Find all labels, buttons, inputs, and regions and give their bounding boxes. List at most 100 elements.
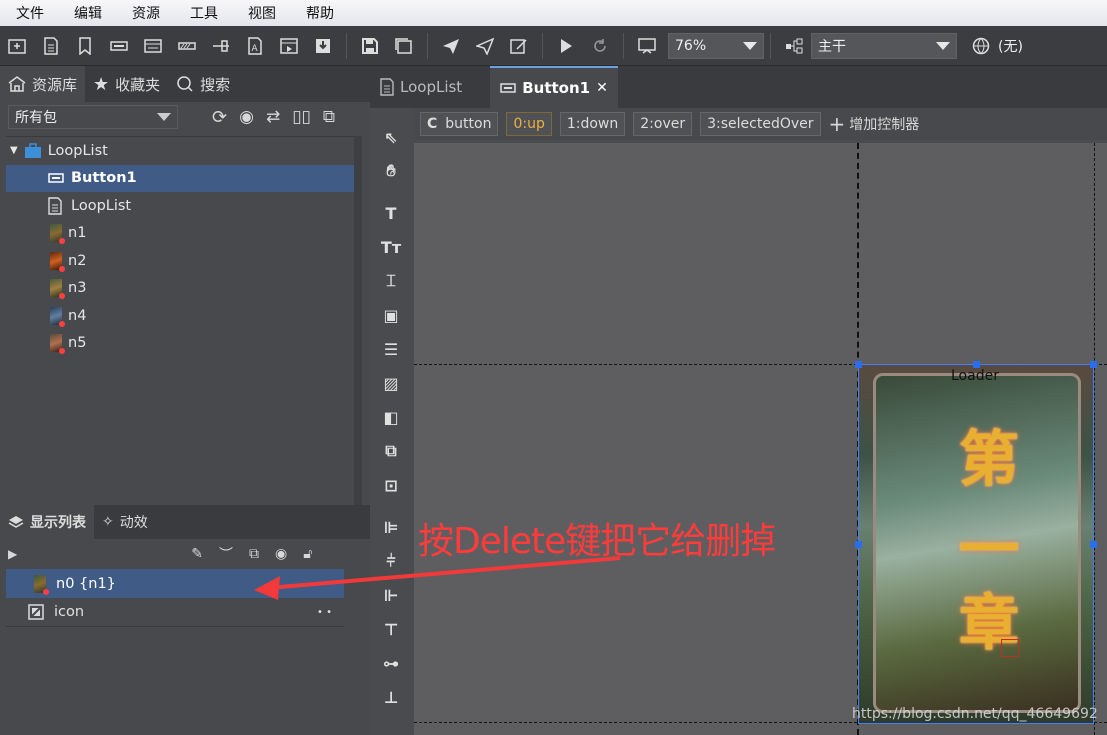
resize-handle[interactable] (1090, 361, 1097, 368)
new-bookmark-icon[interactable] (75, 36, 95, 56)
state-selected-over[interactable]: 3:selectedOver (700, 112, 821, 136)
input-tool-icon[interactable]: ⌶ (380, 270, 402, 292)
list-tool-icon[interactable]: ☰ (380, 338, 402, 360)
display-list-item-label: n0 {n1} (56, 575, 116, 592)
branch-select[interactable]: 主干 (811, 32, 957, 59)
zoom-select[interactable]: 76% (668, 32, 764, 59)
sync-icon[interactable]: ⟳ (212, 107, 227, 128)
tree-item-n2[interactable]: n2 (6, 247, 361, 275)
tab-favorites[interactable]: ★ 收藏夹 (85, 66, 168, 102)
new-package-icon[interactable] (7, 36, 27, 56)
tree-item-n1[interactable]: n1 (6, 220, 361, 248)
globe-icon[interactable] (971, 36, 991, 56)
tree-root[interactable]: ▼ LoopList (6, 137, 361, 165)
state-down[interactable]: 1:down (559, 112, 626, 136)
new-slider-icon[interactable] (211, 36, 231, 56)
tree-item-n4[interactable]: n4 (6, 302, 361, 330)
tab-button1[interactable]: Button1 ✕ (490, 66, 618, 108)
new-progress-icon[interactable] (177, 36, 197, 56)
menu-edit[interactable]: 编辑 (74, 3, 102, 23)
toolbar-separator (770, 32, 771, 59)
menu-file[interactable]: 文件 (16, 3, 44, 23)
loader-card[interactable]: Loader 第 一 章 (855, 361, 1097, 724)
image-thumbnail-icon (50, 334, 65, 355)
package-filter-select[interactable]: 所有包 (8, 105, 178, 129)
import-icon[interactable] (313, 36, 333, 56)
publish-icon[interactable] (441, 36, 461, 56)
columns-icon[interactable]: ▯▯ (292, 107, 311, 127)
richtext-tool-icon[interactable]: Tт (380, 236, 402, 258)
tab-library-label: 资源库 (32, 75, 78, 94)
resize-handle[interactable] (855, 361, 862, 368)
resize-tool-icon[interactable]: ⊡ (380, 474, 402, 496)
menu-view[interactable]: 视图 (248, 3, 276, 23)
loader-tool-icon[interactable]: ▨ (380, 372, 402, 394)
graph-tool-icon[interactable]: ▣ (380, 304, 402, 326)
swap-icon[interactable]: ⇄ (266, 107, 280, 127)
resize-handle[interactable] (973, 361, 980, 368)
tab-search-label: 搜索 (200, 75, 231, 94)
package-toolbar: 所有包 ⟳ ◉ ⇄ ▯▯ ⧉ (0, 102, 370, 132)
hidden-eye-icon[interactable]: ︶ (219, 544, 233, 564)
seal-stamp-icon (1001, 639, 1019, 657)
new-component-icon[interactable] (41, 36, 61, 56)
new-movieclip-icon[interactable] (279, 36, 299, 56)
language-value[interactable]: (无) (998, 36, 1023, 56)
group-tool-icon[interactable]: ⧉ (380, 440, 402, 462)
menu-bar: 文件 编辑 资源 工具 视图 帮助 (0, 0, 1107, 26)
tab-button1-label: Button1 (522, 79, 591, 97)
text-tool-icon[interactable]: T (380, 202, 402, 224)
align-middle-icon[interactable]: ⊶ (380, 652, 402, 674)
toolbar-separator (346, 32, 347, 59)
state-over[interactable]: 2:over (633, 112, 693, 136)
menu-tools[interactable]: 工具 (190, 3, 218, 23)
zoom-value: 76% (675, 37, 707, 54)
controller-button[interactable]: C button (420, 112, 499, 136)
tab-looplist[interactable]: LoopList (370, 66, 472, 108)
save-icon[interactable] (360, 36, 380, 56)
library-tabs: 资源库 ★ 收藏夹 搜索 (0, 66, 370, 102)
state-up[interactable]: 0:up (506, 112, 552, 136)
tab-display-list-label: 显示列表 (30, 515, 86, 531)
play-icon[interactable] (556, 36, 576, 56)
svg-text:A: A (252, 44, 259, 54)
resize-handle[interactable] (855, 541, 862, 548)
tab-display-list[interactable]: 显示列表 (0, 505, 94, 539)
layers-icon (8, 516, 24, 528)
locate-icon[interactable]: ◉ (239, 107, 254, 127)
align-left-icon[interactable]: ⊫ (380, 516, 402, 538)
hand-tool-icon[interactable]: ✋︎ (380, 160, 402, 182)
refresh-icon[interactable] (590, 36, 610, 56)
preview-icon[interactable] (637, 36, 657, 56)
tab-library[interactable]: 资源库 (0, 66, 86, 102)
tree-item-button1[interactable]: Button1 (6, 164, 361, 192)
save-all-icon[interactable] (394, 36, 414, 56)
publish-edit-icon[interactable] (509, 36, 529, 56)
branch-icon[interactable] (784, 36, 804, 56)
new-button-icon[interactable] (109, 36, 129, 56)
controller-bar: C button 0:up 1:down 2:over 3:selectedOv… (414, 108, 1107, 140)
pencil-icon[interactable]: ✎ (191, 546, 203, 562)
menu-resources[interactable]: 资源 (132, 3, 160, 23)
new-label-icon[interactable]: A (245, 36, 265, 56)
tree-item-looplist[interactable]: LoopList (6, 192, 361, 220)
publish-settings-icon[interactable] (475, 36, 495, 56)
close-icon[interactable]: ✕ (596, 80, 608, 96)
menu-help[interactable]: 帮助 (306, 3, 334, 23)
pointer-tool-icon[interactable]: ⇖ (380, 126, 402, 148)
align-bottom-icon[interactable]: ⊥ (380, 686, 402, 708)
resize-handle[interactable] (1090, 541, 1097, 548)
play-small-icon[interactable]: ▶ (8, 547, 17, 561)
tab-search[interactable]: 搜索 (168, 66, 238, 102)
collapse-icon[interactable]: ⧉ (323, 107, 335, 127)
tree-item-n5[interactable]: n5 (6, 330, 361, 358)
add-controller-button[interactable]: + 增加控制器 (829, 112, 920, 136)
library-icon (8, 76, 26, 92)
tree-scrollbar[interactable] (354, 136, 362, 562)
tree-item-n3[interactable]: n3 (6, 275, 361, 303)
loader3d-tool-icon[interactable]: ◧ (380, 406, 402, 428)
new-combobox-icon[interactable] (143, 36, 163, 56)
annotation-text: 按Delete键把它给删掉 (418, 521, 776, 562)
align-top-icon[interactable]: ⊤ (380, 618, 402, 640)
tab-effects[interactable]: ✧ 动效 (94, 505, 156, 539)
